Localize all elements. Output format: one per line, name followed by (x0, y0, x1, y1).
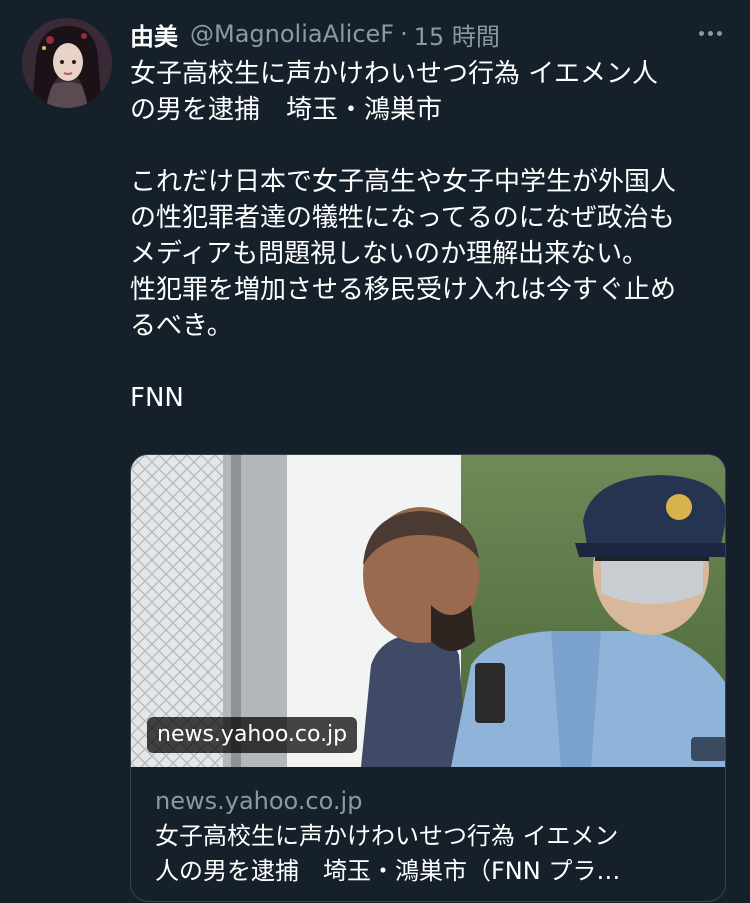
card-domain: news.yahoo.co.jp (155, 787, 363, 815)
separator-dot: · (400, 20, 408, 48)
more-horizontal-icon[interactable] (692, 18, 728, 48)
card-title[interactable]: 女子高校生に声かけわいせつ行為 イエメン 人の男を逮捕 埼玉・鴻巣市（FNN プ… (155, 819, 705, 889)
link-card[interactable]: news.yahoo.co.jp news.yahoo.co.jp 女子高校生に… (130, 454, 726, 902)
timestamp[interactable]: 15 時間 (414, 17, 500, 52)
tweet-text: 女子高校生に声かけわいせつ行為 イエメン人 の男を逮捕 埼玉・鴻巣市 これだけ日… (130, 59, 677, 413)
tweet-header: 由美 @MagnoliaAliceF · 15 時間 (130, 14, 500, 54)
display-name[interactable]: 由美 (130, 17, 178, 52)
card-image-domain-badge: news.yahoo.co.jp (147, 717, 358, 753)
tweet[interactable]: 由美 @MagnoliaAliceF · 15 時間 女子高校生に声かけわいせつ… (0, 0, 750, 903)
avatar[interactable] (22, 18, 112, 108)
card-meta[interactable]: news.yahoo.co.jp 女子高校生に声かけわいせつ行為 イエメン 人の… (155, 785, 705, 889)
user-handle[interactable]: @MagnoliaAliceF (190, 20, 394, 48)
avatar-image (22, 18, 112, 108)
